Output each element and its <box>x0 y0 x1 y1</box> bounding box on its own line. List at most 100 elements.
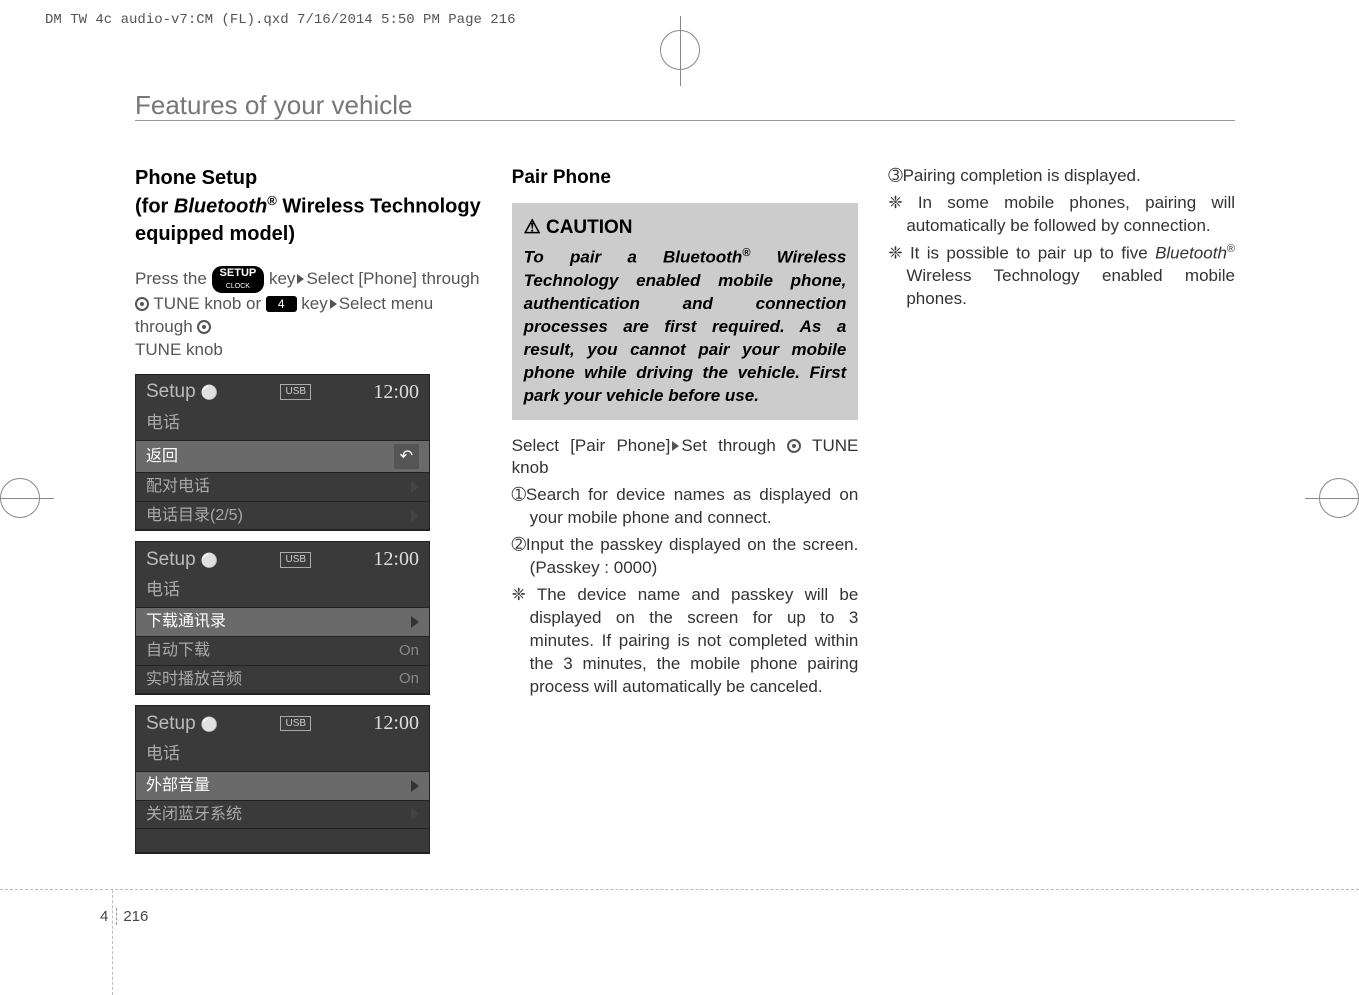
screenshot-3: Setup ⚪ USB 12:00 电话 外部音量 关闭蓝牙系统 <box>135 705 430 854</box>
bluetooth-icon: ⚪ <box>201 716 218 732</box>
select-mid: Set through <box>681 436 787 455</box>
ss1-r1-label: 返回 <box>146 446 178 468</box>
step3-num: ➂ <box>888 166 902 185</box>
bluetooth-icon: ⚪ <box>201 384 218 400</box>
step2-num: ➁ <box>512 535 526 554</box>
key-txt: key <box>297 294 328 313</box>
ss3-row-volume: 外部音量 <box>136 772 429 801</box>
ss2-r2-val: On <box>399 641 419 661</box>
snow-sym: ❈ <box>888 243 902 262</box>
column-2: Pair Phone CAUTION To pair a Bluetooth® … <box>512 165 859 854</box>
ss3-subtitle: 电话 <box>136 741 429 772</box>
snow-sym: ❈ <box>512 585 526 604</box>
usb-badge: USB <box>280 552 311 568</box>
step-2: ➁Input the passkey displayed on the scre… <box>512 534 859 580</box>
heading-sup: ® <box>267 193 277 208</box>
tune-knob-or: TUNE knob or <box>149 294 266 313</box>
crop-mark-top <box>660 30 700 70</box>
knob-icon <box>197 320 211 334</box>
ss3-row-btoff: 关闭蓝牙系统 <box>136 801 429 830</box>
heading-line1: Phone Setup <box>135 167 257 189</box>
arrow-icon <box>411 780 419 792</box>
column-1: Phone Setup (for Bluetooth® Wireless Tec… <box>135 165 482 854</box>
arrow-icon <box>411 616 419 628</box>
bluetooth-icon: ⚪ <box>201 552 218 568</box>
knob-icon <box>787 439 801 453</box>
ss2-subtitle: 电话 <box>136 577 429 608</box>
arrow-icon <box>411 808 419 820</box>
snow2-pre: It is possible to pair up to five <box>903 243 1155 262</box>
ss1-r3-label: 电话目录(2/5) <box>146 505 243 527</box>
page-footer: 4216 <box>100 908 148 925</box>
ss-setup-label: Setup <box>146 549 196 570</box>
triangle-icon <box>297 274 304 284</box>
phone-setup-heading: Phone Setup (for Bluetooth® Wireless Tec… <box>135 165 482 248</box>
pair-phone-heading: Pair Phone <box>512 165 859 191</box>
select-phone: Select [Phone] through <box>306 269 479 288</box>
ss1-header: Setup ⚪ USB 12:00 <box>136 375 429 410</box>
ss3-r2-label: 关闭蓝牙系统 <box>146 804 242 826</box>
ss1-row-back: 返回 ↶ <box>136 441 429 474</box>
note-pair-five: ❈ It is possible to pair up to five Blue… <box>888 242 1235 311</box>
knob-icon <box>135 297 149 311</box>
setup-bot: CLOCK <box>226 283 250 290</box>
ss2-r1-label: 下载通讯录 <box>146 611 226 633</box>
caution-post: Wireless Technology enabled mobile phone… <box>524 248 847 405</box>
snow1-text: In some mobile phones, pairing will auto… <box>903 193 1235 235</box>
step1-num: ➀ <box>512 485 526 504</box>
key-4-icon: 4 <box>266 296 297 312</box>
step3-text: Pairing completion is displayed. <box>903 166 1141 185</box>
setup-clock-key-icon: SETUP CLOCK <box>212 266 265 293</box>
ss2-header: Setup ⚪ USB 12:00 <box>136 542 429 577</box>
dashed-line-vertical <box>112 890 113 995</box>
snow2-post: Wireless Technology enabled mobile phone… <box>906 266 1235 308</box>
chapter-number: 4 <box>100 908 117 925</box>
press-key: key <box>269 269 295 288</box>
column-3: ➂Pairing completion is displayed. ❈ In s… <box>888 165 1235 854</box>
step-3: ➂Pairing completion is displayed. <box>888 165 1235 188</box>
ss-time: 12:00 <box>373 546 419 573</box>
ss2-r3-val: On <box>399 669 419 689</box>
content-columns: Phone Setup (for Bluetooth® Wireless Tec… <box>135 165 1235 854</box>
usb-badge: USB <box>280 716 311 732</box>
ss1-row-pair: 配对电话 <box>136 473 429 502</box>
ss2-r2-label: 自动下载 <box>146 640 210 662</box>
ss1-r2-label: 配对电话 <box>146 476 210 498</box>
setup-top: SETUP <box>220 267 257 279</box>
screenshot-1: Setup ⚪ USB 12:00 电话 返回↶ 配对电话 电话目录(2/5) <box>135 374 430 532</box>
ss-time: 12:00 <box>373 379 419 406</box>
step-1: ➀Search for device names as displayed on… <box>512 484 859 530</box>
ss3-r1-label: 外部音量 <box>146 775 210 797</box>
arrow-icon <box>411 510 419 522</box>
caution-title: CAUTION <box>524 215 847 241</box>
press-instructions: Press the SETUPCLOCK keySelect [Phone] t… <box>135 266 482 362</box>
heading-bluetooth: Bluetooth <box>174 196 267 218</box>
ss2-row-download: 下载通讯录 <box>136 608 429 637</box>
file-header: DM TW 4c audio-v7:CM (FL).qxd 7/16/2014 … <box>45 12 515 28</box>
step1-text: Search for device names as displayed on … <box>526 485 858 527</box>
note-auto-connect: ❈ In some mobile phones, pairing will au… <box>888 192 1235 238</box>
crop-mark-right <box>1319 478 1359 518</box>
arrow-icon <box>411 481 419 493</box>
triangle-icon <box>672 441 679 451</box>
heading-pre: (for <box>135 196 174 218</box>
ss2-row-auto: 自动下载 On <box>136 637 429 666</box>
section-title: Features of your vehicle <box>135 90 412 121</box>
ss2-r3-label: 实时播放音频 <box>146 669 242 691</box>
ss-setup-label: Setup <box>146 381 196 402</box>
caution-pre: To pair a Bluetooth <box>524 248 743 267</box>
ss1-row-phonebook: 电话目录(2/5) <box>136 502 429 531</box>
select-pair-instruction: Select [Pair Phone]Set through TUNE knob <box>512 435 859 481</box>
ss3-row-empty <box>136 829 429 853</box>
back-icon: ↶ <box>394 444 419 470</box>
screenshot-2: Setup ⚪ USB 12:00 电话 下载通讯录 自动下载 On 实时播放音频… <box>135 541 430 695</box>
snow1-text: The device name and passkey will be disp… <box>526 585 858 696</box>
ss3-header: Setup ⚪ USB 12:00 <box>136 706 429 741</box>
triangle-icon <box>330 299 337 309</box>
crop-mark-left <box>0 478 40 518</box>
note-passkey: ❈ The device name and passkey will be di… <box>512 584 859 699</box>
caution-text: To pair a Bluetooth® Wireless Technology… <box>524 246 847 407</box>
ss2-row-audio: 实时播放音频 On <box>136 666 429 695</box>
dashed-line-horizontal <box>0 889 1359 890</box>
step2-text: Input the passkey displayed on the scree… <box>526 535 858 577</box>
